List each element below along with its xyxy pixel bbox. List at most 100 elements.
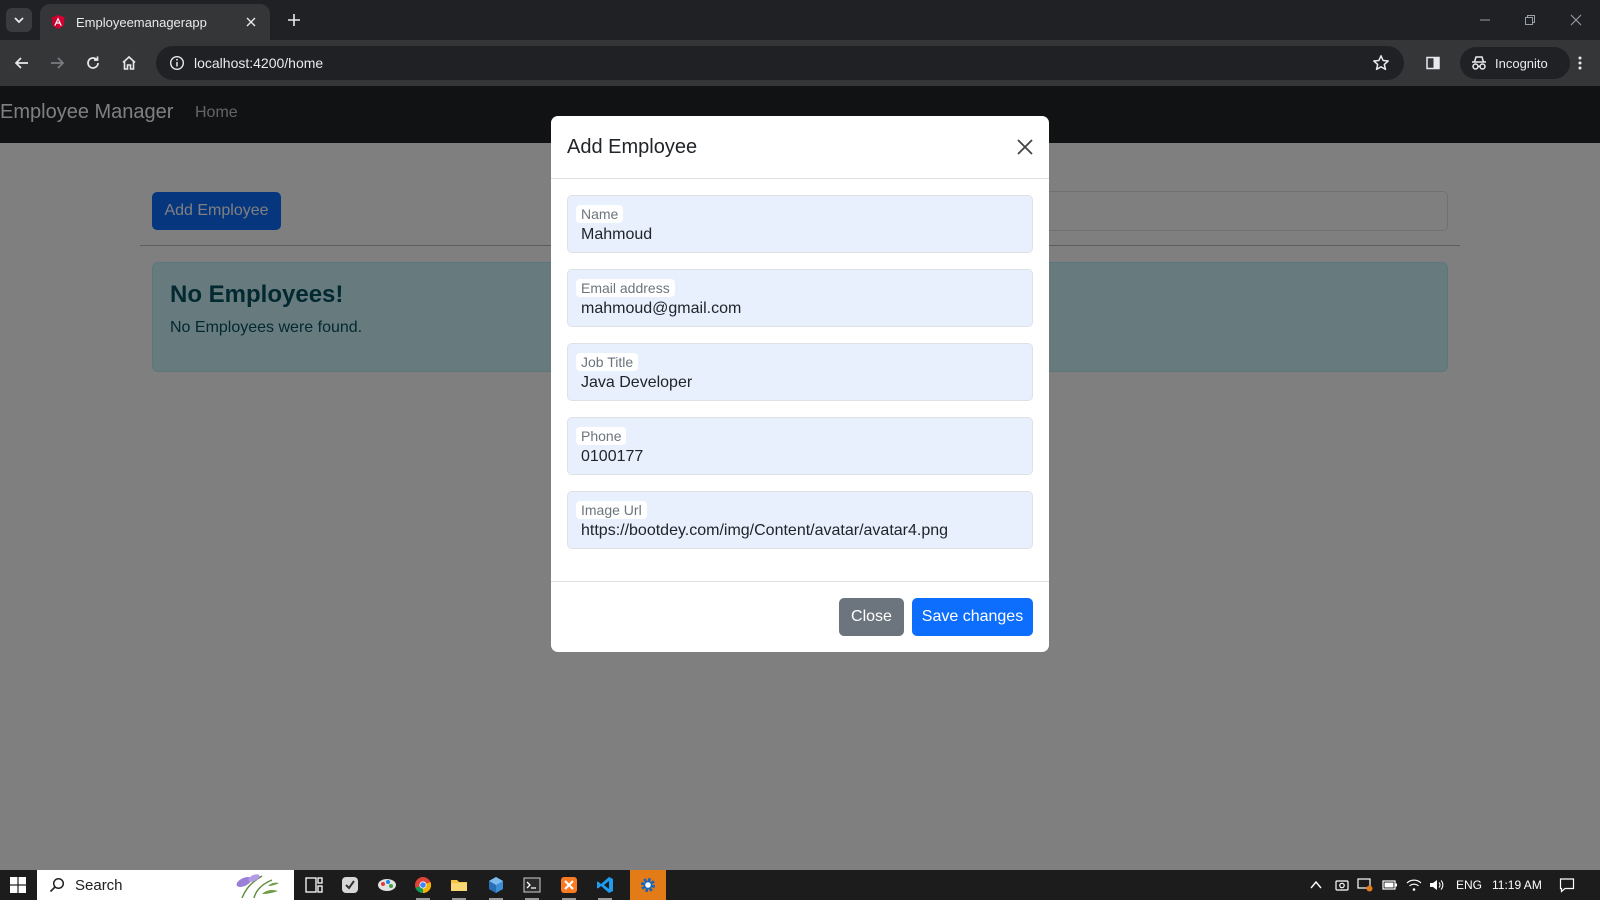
modal-header: Add Employee	[551, 116, 1049, 179]
email-field[interactable]: Email address mahmoud@gmail.com	[567, 269, 1033, 327]
side-panel-icon	[1426, 56, 1440, 70]
modal-close-button[interactable]	[1011, 133, 1039, 161]
browser-tab-strip: Employeemanagerapp	[0, 0, 1600, 40]
add-employee-modal: Add Employee Name Mahmoud Email address …	[551, 116, 1049, 652]
tab-title: Employeemanagerapp	[76, 14, 207, 30]
site-info-button[interactable]	[160, 46, 194, 80]
more-vertical-icon	[1578, 56, 1582, 70]
taskbar-app-file-explorer[interactable]	[441, 870, 477, 900]
task-view-icon	[305, 877, 323, 893]
incognito-label: Incognito	[1495, 55, 1548, 71]
address-bar[interactable]: localhost:4200/home	[156, 46, 1404, 80]
home-icon	[122, 55, 136, 70]
show-hidden-icons-button[interactable]	[1307, 876, 1325, 894]
clock-app-icon	[342, 877, 358, 893]
bookmark-button[interactable]	[1366, 48, 1396, 78]
folder-icon	[451, 880, 467, 891]
tray-meet-now[interactable]	[1333, 876, 1351, 894]
close-button[interactable]: Close	[839, 598, 904, 636]
tab-close-button[interactable]	[242, 13, 260, 31]
gear-icon	[641, 878, 655, 892]
forward-button[interactable]	[44, 50, 70, 76]
phone-input[interactable]: 0100177	[581, 448, 643, 466]
taskbar-app-cube[interactable]	[478, 870, 514, 900]
tray-security[interactable]	[1356, 876, 1374, 894]
taskbar-search-box[interactable]: Search	[37, 870, 294, 900]
tray-volume[interactable]	[1428, 876, 1446, 894]
cube-app-icon	[489, 877, 503, 893]
language-indicator[interactable]: ENG	[1456, 878, 1482, 892]
star-icon	[1373, 55, 1389, 71]
info-icon	[169, 55, 185, 71]
angular-logo-icon	[51, 15, 65, 29]
phone-field[interactable]: Phone 0100177	[567, 417, 1033, 475]
taskbar-app-vscode[interactable]	[587, 870, 623, 900]
vscode-icon	[597, 877, 613, 893]
search-icon	[49, 877, 65, 893]
web-page: Employee Manager Home Add Employee No Em…	[0, 86, 1600, 870]
name-field[interactable]: Name Mahmoud	[567, 195, 1033, 253]
arrow-right-icon	[51, 57, 65, 69]
incognito-indicator[interactable]: Incognito	[1460, 47, 1570, 79]
name-label: Name	[576, 205, 624, 223]
chrome-icon	[415, 877, 432, 894]
minimize-button[interactable]	[1470, 8, 1500, 32]
chevron-down-icon	[14, 17, 24, 24]
close-icon	[1570, 14, 1582, 26]
incognito-icon	[1472, 56, 1486, 70]
browser-menu-button[interactable]	[1568, 50, 1592, 76]
job-title-label: Job Title	[576, 353, 639, 371]
tray-battery[interactable]	[1381, 876, 1399, 894]
taskbar-clock[interactable]: 11:19 AM	[1492, 878, 1542, 892]
notifications-button[interactable]	[1558, 876, 1576, 894]
chevron-up-icon	[1310, 880, 1322, 889]
window-close-button[interactable]	[1561, 8, 1591, 32]
reload-icon	[87, 56, 99, 69]
browser-tab[interactable]: Employeemanagerapp	[40, 4, 270, 40]
tab-search-button[interactable]	[6, 8, 32, 32]
image-url-field[interactable]: Image Url https://bootdey.com/img/Conten…	[567, 491, 1033, 549]
lavender-flower-icon	[236, 874, 279, 898]
reload-button[interactable]	[80, 50, 106, 76]
new-tab-button[interactable]	[282, 8, 306, 32]
image-url-input[interactable]: https://bootdey.com/img/Content/avatar/a…	[581, 522, 948, 540]
notification-icon	[1559, 878, 1575, 893]
taskbar-app-paint[interactable]	[369, 870, 405, 900]
email-input[interactable]: mahmoud@gmail.com	[581, 300, 741, 318]
minimize-icon	[1480, 19, 1490, 21]
back-button[interactable]	[9, 50, 35, 76]
save-changes-button[interactable]: Save changes	[912, 598, 1033, 636]
url-text: localhost:4200/home	[194, 55, 324, 71]
name-input[interactable]: Mahmoud	[581, 226, 652, 244]
taskbar-app-settings[interactable]	[630, 870, 666, 900]
taskbar-app-chrome[interactable]	[405, 870, 441, 900]
side-panel-button[interactable]	[1420, 50, 1446, 76]
start-button[interactable]	[6, 875, 30, 895]
speaker-icon	[1430, 880, 1444, 890]
task-view-button[interactable]	[296, 870, 332, 900]
email-label: Email address	[576, 279, 675, 297]
home-button[interactable]	[116, 50, 142, 76]
xampp-icon	[561, 877, 577, 893]
camera-icon	[1335, 880, 1349, 891]
phone-label: Phone	[576, 427, 627, 445]
restore-button[interactable]	[1515, 8, 1545, 32]
restore-icon	[1525, 15, 1535, 25]
close-icon	[1017, 139, 1033, 155]
job-title-input[interactable]: Java Developer	[581, 374, 692, 392]
taskbar-app-xampp[interactable]	[551, 870, 587, 900]
terminal-icon	[523, 877, 541, 893]
arrow-left-icon	[14, 57, 28, 69]
taskbar-app-terminal[interactable]	[514, 870, 550, 900]
battery-icon	[1382, 880, 1397, 890]
browser-toolbar: localhost:4200/home Incognito	[0, 40, 1600, 86]
job-title-field[interactable]: Job Title Java Developer	[567, 343, 1033, 401]
paint-app-icon	[378, 879, 396, 891]
windows-logo-icon	[10, 877, 26, 893]
plus-icon	[288, 14, 300, 26]
tray-network[interactable]	[1405, 876, 1423, 894]
wifi-icon	[1406, 879, 1422, 891]
modal-title: Add Employee	[567, 135, 698, 158]
windows-taskbar: Search ENG 11:19 AM	[0, 870, 1600, 900]
taskbar-app-clock[interactable]	[332, 870, 368, 900]
